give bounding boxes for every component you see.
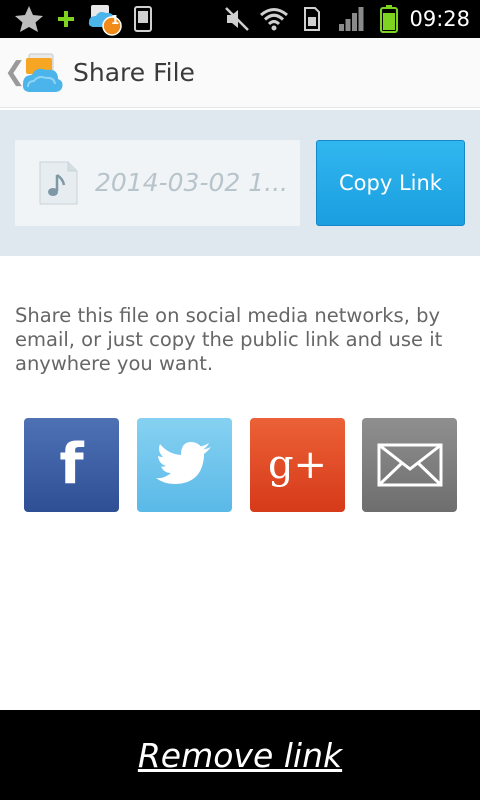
- music-file-icon: [37, 161, 79, 205]
- muted-icon: [222, 0, 252, 38]
- share-twitter-button[interactable]: [137, 418, 232, 512]
- phone-outline-icon: [132, 0, 154, 38]
- twitter-bird-icon: [155, 441, 214, 489]
- facebook-icon: f: [59, 432, 84, 497]
- plus-icon: [56, 0, 76, 38]
- share-email-button[interactable]: [362, 418, 457, 512]
- google-plus-icon: g+: [267, 442, 328, 488]
- bottom-bar: Remove link: [0, 710, 480, 800]
- remove-link-button[interactable]: Remove link: [138, 736, 342, 775]
- share-description: Share this file on social media networks…: [15, 304, 443, 375]
- share-google-plus-button[interactable]: g+: [250, 418, 345, 512]
- copy-link-button[interactable]: Copy Link: [316, 140, 465, 226]
- page-title: Share File: [73, 58, 195, 87]
- battery-icon: [376, 0, 402, 38]
- notification-badge: 1: [110, 13, 120, 27]
- app-notification-icon: 1: [86, 0, 124, 38]
- file-name-box: 2014-03-02 1...: [15, 140, 300, 226]
- app-logo-icon[interactable]: [20, 50, 66, 96]
- clock: 09:28: [409, 7, 470, 31]
- wifi-icon: [258, 0, 290, 38]
- star-icon: [12, 0, 46, 38]
- envelope-icon: [377, 443, 443, 487]
- share-facebook-button[interactable]: f: [24, 418, 119, 512]
- file-name: 2014-03-02 1...: [95, 168, 288, 197]
- signal-icon: [336, 0, 366, 38]
- action-bar: ❮ Share File: [0, 38, 480, 108]
- status-bar: 1 09:28: [0, 0, 480, 38]
- sim-icon: [302, 0, 322, 38]
- file-panel: 2014-03-02 1... Copy Link: [0, 110, 480, 256]
